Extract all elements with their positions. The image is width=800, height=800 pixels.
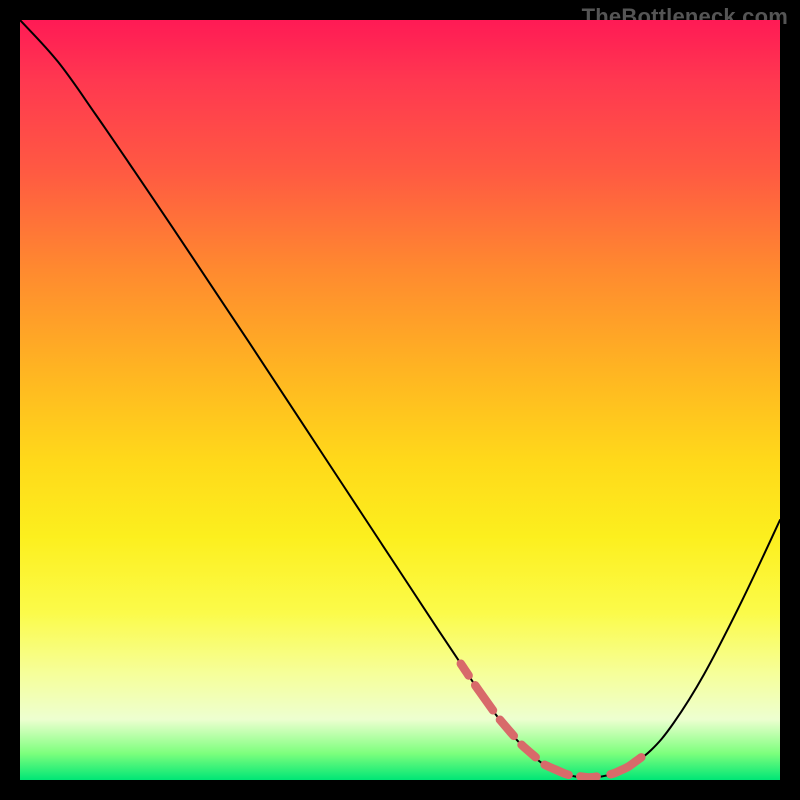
dash-segment bbox=[500, 720, 514, 736]
dash-segment bbox=[611, 757, 642, 774]
dash-segment bbox=[545, 765, 569, 775]
dash-segment bbox=[475, 685, 493, 710]
chart-overlay bbox=[20, 20, 780, 780]
chart-frame: TheBottleneck.com bbox=[0, 0, 800, 800]
dash-segment bbox=[522, 745, 536, 757]
bottleneck-curve bbox=[20, 20, 780, 778]
minimum-dash-band bbox=[461, 664, 641, 778]
plot-area bbox=[20, 20, 780, 780]
dash-segment bbox=[580, 776, 596, 777]
dash-segment bbox=[461, 664, 469, 676]
